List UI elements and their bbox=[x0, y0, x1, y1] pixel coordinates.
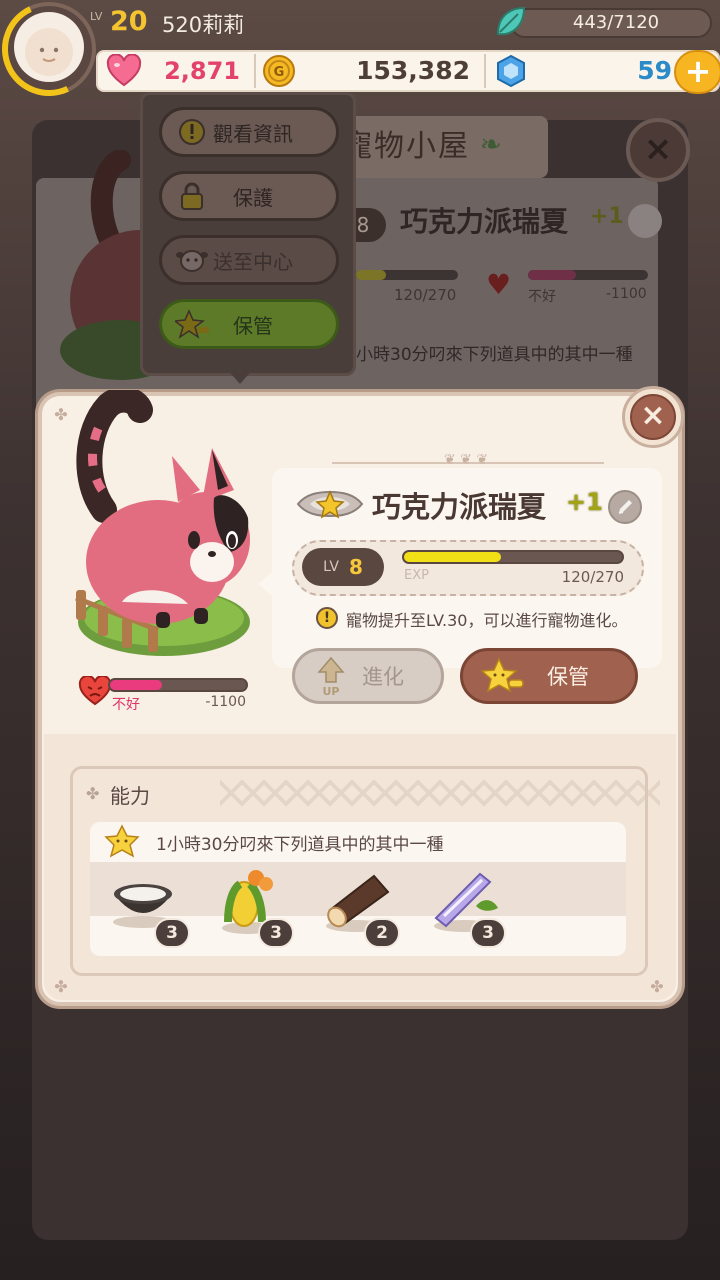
resource-divider bbox=[254, 54, 256, 88]
background-pet-name: 巧克力派瑞夏 bbox=[400, 205, 569, 238]
background-mood-value: -1100 bbox=[606, 286, 647, 302]
exp-value: 120/270 bbox=[561, 568, 624, 586]
background-ability-text: 小時30分叼來下列道具中的其中一種 bbox=[356, 345, 633, 365]
heart-icon bbox=[106, 53, 142, 88]
level-up-arrow-icon: UP bbox=[317, 656, 345, 698]
background-edit-icon bbox=[628, 204, 662, 238]
add-gems-button[interactable]: + bbox=[674, 50, 720, 94]
player-name: 520莉莉 bbox=[162, 13, 245, 37]
energy-leaf-icon bbox=[492, 4, 530, 42]
level-label: LV bbox=[323, 559, 339, 575]
coin-icon: G bbox=[262, 54, 296, 88]
info-icon bbox=[174, 114, 210, 150]
keep-menu-button[interactable]: 保管 bbox=[159, 299, 339, 349]
keep-button[interactable]: 保管 bbox=[460, 648, 638, 704]
player-level: 20 bbox=[110, 6, 148, 37]
menu-caret bbox=[226, 368, 254, 384]
protect-label: 保護 bbox=[233, 185, 273, 210]
corner-flower-icon: ✤ bbox=[650, 977, 664, 996]
pet-name: 巧克力派瑞夏 bbox=[372, 490, 547, 524]
avatar[interactable] bbox=[14, 12, 84, 82]
send-to-center-button[interactable]: 送至中心 bbox=[159, 235, 339, 285]
ability-flower-icon: ✤ bbox=[86, 784, 100, 803]
cow-icon bbox=[174, 242, 210, 278]
pencil-icon bbox=[618, 500, 632, 514]
gem-icon bbox=[494, 54, 528, 88]
info-panel-caret bbox=[258, 570, 274, 598]
view-info-button[interactable]: 觀看資訊 bbox=[159, 107, 339, 157]
keep-menu-label: 保管 bbox=[233, 313, 273, 338]
coin-count: 153,382 bbox=[356, 56, 470, 85]
star-rank-badge-icon bbox=[296, 490, 364, 519]
gem-count: 59 bbox=[637, 56, 672, 85]
lock-icon bbox=[174, 178, 210, 214]
star-keep-icon bbox=[174, 306, 210, 342]
mood-bar-fill bbox=[110, 680, 162, 690]
star-keep-icon bbox=[481, 657, 524, 693]
send-to-center-label: 送至中心 bbox=[213, 249, 293, 274]
background-mood-heart-icon: ♥ bbox=[486, 268, 512, 301]
edit-name-button[interactable] bbox=[608, 490, 642, 524]
close-button[interactable]: × bbox=[630, 394, 676, 440]
view-info-label: 觀看資訊 bbox=[213, 121, 293, 146]
heart-count: 2,871 bbox=[164, 57, 240, 85]
mood-heart-icon bbox=[78, 674, 112, 706]
energy-value: 443/7120 bbox=[572, 12, 660, 33]
background-pet-plus: +1 bbox=[590, 204, 624, 229]
title-ornament-icon: ❦ ❦ ❦ bbox=[443, 452, 489, 468]
item-count: 3 bbox=[258, 918, 294, 948]
leaf-icon: ❧ bbox=[480, 130, 502, 160]
evolve-label: 進化 bbox=[362, 665, 404, 689]
mood-value: -1100 bbox=[205, 694, 246, 710]
mood-label: 不好 bbox=[112, 697, 140, 713]
exp-bar-fill bbox=[404, 552, 501, 562]
corner-flower-icon: ✤ bbox=[54, 977, 68, 996]
item-count: 3 bbox=[154, 918, 190, 948]
evolve-hint-text: 寵物提升至LV.30，可以進行寵物進化。 bbox=[346, 611, 628, 630]
evolve-button[interactable]: UP 進化 bbox=[292, 648, 444, 704]
protect-button[interactable]: 保護 bbox=[159, 171, 339, 221]
pet-plus-badge: +1 bbox=[566, 488, 603, 516]
background-mood-label: 不好 bbox=[528, 289, 556, 305]
ability-title: 能力 bbox=[110, 784, 150, 808]
keep-label: 保管 bbox=[547, 665, 589, 689]
item-count: 3 bbox=[470, 918, 506, 948]
level-badge: LV 8 bbox=[302, 548, 384, 586]
item-count: 2 bbox=[364, 918, 400, 948]
hint-info-icon: ! bbox=[316, 607, 338, 629]
star-pet-icon bbox=[104, 824, 140, 858]
pet-image bbox=[75, 390, 250, 656]
ability-description: 1小時30分叼來下列道具中的其中一種 bbox=[156, 835, 444, 855]
background-close-button: × bbox=[626, 118, 690, 182]
background-mood-fill bbox=[528, 270, 576, 280]
resource-divider bbox=[484, 54, 486, 88]
background-exp-fill bbox=[356, 270, 386, 280]
background-exp-value: 120/270 bbox=[394, 286, 457, 304]
pet-level: 8 bbox=[348, 555, 363, 579]
pet-action-menu: 觀看資訊 保護 送至中心 保管 bbox=[140, 92, 356, 376]
svg-text:G: G bbox=[274, 65, 285, 80]
exp-label: EXP bbox=[404, 568, 429, 583]
up-label: UP bbox=[323, 685, 340, 698]
level-label: LV bbox=[90, 10, 103, 23]
